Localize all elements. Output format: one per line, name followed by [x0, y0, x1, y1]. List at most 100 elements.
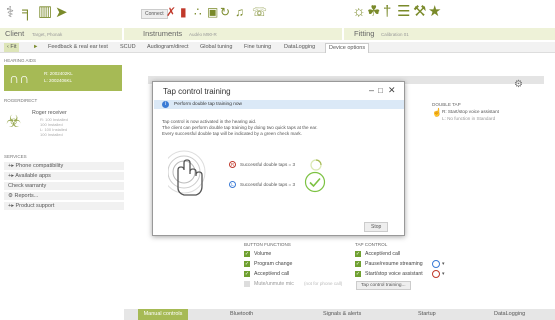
bottom-tab-datalogging[interactable]: DataLogging: [494, 309, 525, 320]
tap-control-heading: TAP CONTROL: [355, 242, 388, 247]
dialog-paragraph-line: Every successful double tap will be indi…: [162, 131, 302, 136]
close-icon[interactable]: ✕: [388, 85, 396, 96]
hearing-aid-icon[interactable]: ↻: [220, 5, 230, 20]
connect-button[interactable]: Connect: [141, 9, 168, 19]
user-icon[interactable]: ⚕: [6, 5, 14, 20]
audiogram-icon[interactable]: ╕: [22, 4, 33, 19]
fitting-label: Fitting: [354, 29, 375, 38]
dialog-title: Tap control training: [163, 87, 231, 96]
dialog-instruction-bar: i Perform double tap training now: [154, 100, 404, 109]
client-name: Target, Phonak: [32, 32, 63, 37]
roger-status: R: 100 Installed 100 Installed L: 100 In…: [40, 117, 68, 137]
checkbox-checked-icon[interactable]: ✓: [355, 271, 361, 277]
service-label: Phone compatibility: [15, 163, 64, 169]
settings-sliders-icon[interactable]: ☰: [397, 4, 410, 19]
double-tap-right: R: Start/stop voice assistant: [442, 109, 499, 114]
maximize-icon[interactable]: □: [378, 86, 383, 95]
info-icon[interactable]: †: [383, 4, 391, 19]
hearing-aid-left: L: 2002406KL: [44, 78, 73, 83]
service-label: Available apps: [15, 173, 51, 179]
volume-icon[interactable]: ♫: [235, 5, 244, 20]
tap-illustration-icon: [168, 150, 206, 196]
checkbox-checked-icon[interactable]: ✓: [355, 261, 361, 267]
top-toolbar: ⚕ ╕ ▥ ➤ Connect ✗ ▮ ∴ ▣ ↻ ♫ ☏ ☼ ☘ † ☰ ⚒ …: [0, 0, 555, 26]
hearing-aids-heading: HEARING AIDS: [4, 58, 37, 63]
client-strip[interactable]: Client Target, Phonak: [0, 28, 122, 40]
export-icon[interactable]: ➤: [55, 5, 68, 20]
service-phone-compatibility[interactable]: +▸ Phone compatibility: [4, 162, 126, 171]
checkbox-checked-icon[interactable]: ✓: [244, 271, 250, 277]
tab-feedback[interactable]: Feedback & real ear test: [48, 43, 108, 52]
tap-icon: ☝: [432, 108, 442, 117]
info-icon: i: [162, 101, 169, 108]
tools-icon[interactable]: ⚒: [413, 4, 426, 19]
bottom-nav: Manual controls Bluetooth Signals & aler…: [124, 309, 555, 320]
fitting-strip[interactable]: Fitting Calibration 01: [344, 28, 555, 40]
left-ear-icon: L: [229, 181, 236, 188]
dropdown-arrow-icon[interactable]: ▾: [442, 271, 445, 277]
button-function-label: Mute/unmute mic: [254, 281, 294, 287]
dialog-description: Tap control is now activated in the hear…: [162, 119, 397, 137]
tab-fine-tuning[interactable]: Fine tuning: [244, 43, 271, 52]
bottom-tab-manual-controls[interactable]: Manual controls: [138, 309, 188, 320]
left-ear-result: Successful double taps = 3: [240, 182, 296, 187]
minimize-icon[interactable]: –: [369, 85, 374, 95]
success-check-icon: [304, 171, 326, 193]
chevron-right-icon[interactable]: ►: [33, 43, 38, 52]
instruments-label: Instruments: [143, 29, 183, 38]
checkbox-unchecked-icon[interactable]: [244, 281, 250, 287]
mute-icon[interactable]: ✗: [166, 5, 176, 20]
button-function-label: Accept/end call: [254, 271, 290, 277]
tap-control-training-button[interactable]: Tap control training...: [356, 281, 411, 290]
double-tap-left: L: No function in Standard: [442, 116, 496, 121]
hearing-aids-icon[interactable]: ★: [428, 4, 441, 19]
roger-receiver-icon: ☣: [6, 112, 22, 131]
bottom-tab-startup[interactable]: Startup: [418, 309, 436, 320]
service-label: Reports...: [14, 193, 39, 199]
instruments-strip[interactable]: Instruments Audéo M90-R: [124, 28, 342, 40]
roger-title: Roger receiver: [32, 110, 67, 116]
bottom-tab-signals-alerts[interactable]: Signals & alerts: [323, 309, 361, 320]
fitting-icon[interactable]: ▥: [38, 4, 52, 19]
ear-check-icon[interactable]: ☘: [367, 4, 380, 19]
program-icon[interactable]: ▣: [207, 5, 218, 20]
double-tap-heading: DOUBLE TAP: [432, 102, 461, 107]
dropdown-arrow-icon[interactable]: ▾: [442, 261, 445, 267]
hearing-aids-box[interactable]: ∩∩ R: 2002402KL L: 2002406KL: [4, 65, 122, 91]
service-reports[interactable]: ⚙ Reports...: [4, 192, 126, 201]
tap-control-label: Accept/end call: [365, 251, 401, 257]
tap-control-label: Start/stop voice assistant: [365, 271, 423, 277]
phone-icon[interactable]: ☏: [252, 5, 267, 20]
settings-gear-icon[interactable]: ⚙: [514, 79, 523, 90]
right-ear-icon: R: [229, 161, 236, 168]
checkbox-checked-icon[interactable]: ✓: [244, 251, 250, 257]
left-ear-indicator-icon[interactable]: [432, 260, 440, 268]
service-available-apps[interactable]: +▸ Available apps: [4, 172, 126, 181]
nav-row: ‹ Fit ► Feedback & real ear test SCUD Au…: [0, 42, 555, 53]
roger-heading: ROGERDIRECT: [4, 98, 38, 103]
client-label: Client: [5, 29, 25, 38]
tap-control-label: Pause/resume streaming: [365, 261, 423, 267]
stop-button[interactable]: Stop: [364, 222, 389, 232]
feedback-test-icon[interactable]: ▮: [180, 5, 187, 20]
instruments-device: Audéo M90-R: [189, 32, 217, 37]
tab-scud[interactable]: SCUD: [120, 43, 136, 52]
checkbox-checked-icon[interactable]: ✓: [244, 261, 250, 267]
service-product-support[interactable]: +▸ Product support: [4, 202, 126, 211]
tab-global-tuning[interactable]: Global tuning: [200, 43, 232, 52]
tap-control-training-dialog: Tap control training – □ ✕ i Perform dou…: [152, 81, 405, 236]
right-ear-indicator-icon[interactable]: [432, 270, 440, 278]
service-check-warranty[interactable]: Check warranty: [4, 182, 126, 191]
ear-icon[interactable]: ∴: [194, 5, 202, 20]
checkbox-checked-icon[interactable]: ✓: [355, 251, 361, 257]
globe-icon[interactable]: ☼: [352, 4, 366, 19]
tab-device-options[interactable]: Device options: [325, 43, 370, 53]
service-label: Check warranty: [8, 183, 47, 189]
dialog-instruction-text: Perform double tap training now: [174, 102, 242, 107]
hearing-aid-right: R: 2002402KL: [44, 71, 73, 76]
bottom-tab-bluetooth[interactable]: Bluetooth: [230, 309, 253, 320]
roger-status-line: 100 Installed: [40, 132, 63, 137]
back-button[interactable]: ‹ Fit: [4, 43, 20, 52]
tab-datalogging[interactable]: DataLogging: [284, 43, 315, 52]
tab-audiogram[interactable]: Audiogram/direct: [147, 43, 189, 52]
